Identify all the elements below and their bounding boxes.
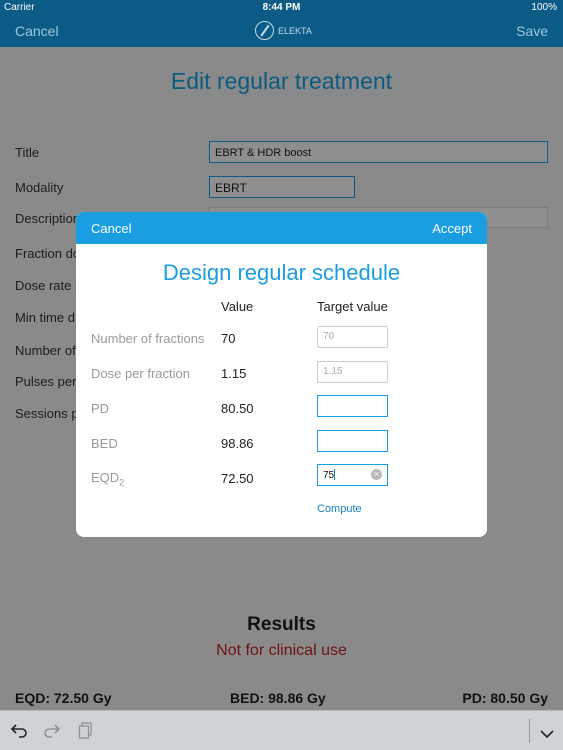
result-pd: PD: 80.50 Gy: [462, 690, 548, 706]
clinical-warning: Not for clinical use: [216, 642, 347, 659]
result-eqd: EQD: 72.50 Gy: [15, 690, 112, 706]
row-value-fractions: 70: [221, 331, 236, 346]
keyboard-accessory-bar: [0, 710, 563, 750]
value-column-header: Value: [221, 299, 254, 314]
target-input-eqd2[interactable]: 75 ×: [317, 464, 388, 486]
clear-icon[interactable]: ×: [371, 469, 382, 480]
target-column-header: Target value: [317, 299, 388, 314]
undo-icon[interactable]: [10, 722, 28, 743]
pulses-per-label: Pulses per: [15, 374, 77, 389]
logo-text: ELEKTA: [278, 25, 312, 36]
elekta-logo: ELEKTA: [255, 21, 312, 40]
nav-cancel-button[interactable]: Cancel: [15, 23, 59, 39]
result-bed: BED: 98.86 Gy: [230, 690, 326, 706]
target-input-pd[interactable]: [317, 395, 388, 417]
sessions-per-label: Sessions p: [15, 406, 79, 421]
row-value-bed: 98.86: [221, 436, 254, 451]
target-input-fractions[interactable]: 70: [317, 326, 388, 348]
row-value-eqd2: 72.50: [221, 471, 254, 486]
modal-title: Design regular schedule: [162, 260, 401, 285]
number-of-label: Number of: [15, 343, 76, 358]
page-title: Edit regular treatment: [170, 68, 393, 94]
clock: 8:44 PM: [262, 2, 301, 13]
eqd-label-text: EQD: [91, 470, 120, 485]
modality-label: Modality: [15, 180, 64, 195]
chevron-down-icon[interactable]: [539, 724, 555, 744]
target-input-eqd2-text: 75: [323, 470, 335, 481]
target-input-dose-per-fraction[interactable]: 1.15: [317, 361, 388, 383]
target-input-bed[interactable]: [317, 430, 388, 452]
fraction-dose-label: Fraction do: [15, 246, 81, 261]
row-label-dose-per-fraction: Dose per fraction: [91, 366, 190, 381]
modal-cancel-button[interactable]: Cancel: [91, 221, 131, 236]
modal-accept-button[interactable]: Accept: [432, 221, 472, 236]
design-schedule-modal: Cancel Accept Design regular schedule Va…: [76, 212, 487, 537]
min-time-label: Min time d: [15, 310, 75, 325]
logo-icon: [255, 21, 274, 40]
nav-save-button[interactable]: Save: [516, 23, 548, 39]
row-label-eqd2: EQD2: [91, 470, 124, 488]
title-field[interactable]: EBRT & HDR boost: [209, 141, 548, 163]
compute-button[interactable]: Compute: [317, 503, 362, 515]
toolbar-divider: [529, 719, 530, 743]
eqd-label-subscript: 2: [119, 477, 125, 488]
redo-icon[interactable]: [43, 722, 61, 743]
battery-level: 100%: [531, 2, 557, 13]
dose-rate-label: Dose rate [: [15, 278, 79, 293]
nav-bar: Cancel ELEKTA Save: [0, 16, 563, 47]
modality-field[interactable]: EBRT: [209, 176, 355, 198]
text-cursor: [334, 469, 336, 480]
row-value-dose-per-fraction: 1.15: [221, 366, 247, 381]
description-label: Description: [15, 211, 81, 226]
row-value-pd: 80.50: [221, 401, 254, 416]
row-label-fractions: Number of fractions: [91, 331, 205, 346]
status-bar: Carrier 8:44 PM 100%: [0, 0, 563, 16]
results-title: Results: [247, 614, 316, 635]
paste-icon[interactable]: [78, 722, 94, 745]
modal-header: Cancel Accept: [76, 212, 487, 244]
row-label-pd: PD: [91, 401, 110, 416]
row-label-bed: BED: [91, 436, 118, 451]
title-label: Title: [15, 145, 40, 160]
